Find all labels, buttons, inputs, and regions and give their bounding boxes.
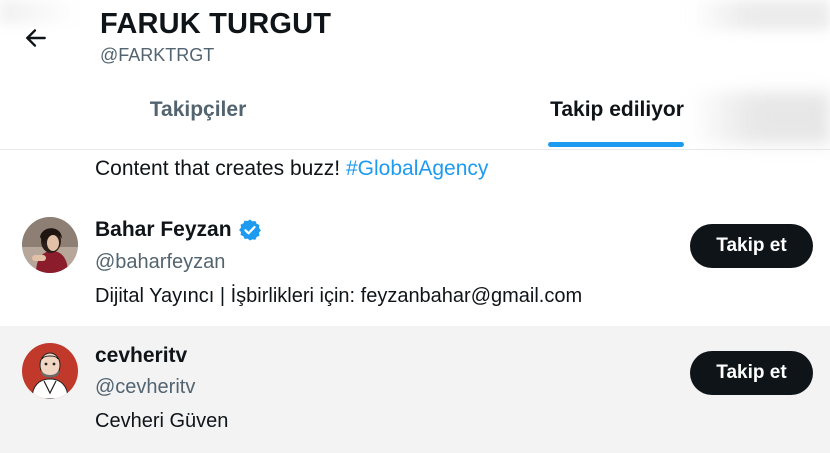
user-name-line: Bahar Feyzan	[95, 218, 262, 242]
user-list-item[interactable]: cevheritv @cevheritv Cevheri Güven Takip…	[0, 326, 830, 453]
user-list-item[interactable]: Bahar Feyzan @baharfeyzan Dijital Yayınc…	[0, 200, 830, 326]
verified-badge-icon	[238, 219, 261, 241]
active-tab-indicator	[548, 142, 684, 147]
user-name-line: cevheritv	[95, 344, 187, 368]
bio-text: Content that creates buzz!	[95, 157, 346, 180]
user-name[interactable]: cevheritv	[95, 344, 187, 368]
profile-header: FARUK TURGUT @FARKTRGT Takipçiler Takip …	[0, 0, 830, 150]
user-handle: @cevheritv	[95, 376, 196, 398]
tab-following[interactable]: Takip ediliyor	[540, 90, 694, 150]
follow-button[interactable]: Takip et	[690, 224, 813, 268]
profile-handle: @FARKTRGT	[100, 45, 215, 65]
avatar[interactable]	[22, 343, 78, 399]
tab-followers[interactable]: Takipçiler	[100, 90, 296, 150]
user-handle: @baharfeyzan	[95, 251, 226, 273]
previous-user-bio: Content that creates buzz! #GlobalAgency	[95, 157, 488, 181]
tab-label: Takip ediliyor	[550, 98, 684, 121]
arrow-left-icon	[26, 29, 46, 47]
avatar[interactable]	[22, 217, 78, 273]
user-bio: Cevheri Güven	[95, 410, 229, 432]
blurred-region	[690, 92, 830, 144]
blurred-region	[690, 0, 830, 30]
user-name[interactable]: Bahar Feyzan	[95, 218, 232, 242]
tab-label: Takipçiler	[149, 98, 247, 121]
back-button[interactable]	[14, 20, 58, 56]
follow-button[interactable]: Takip et	[690, 351, 813, 395]
hashtag-link[interactable]: #GlobalAgency	[346, 157, 488, 180]
page-title: FARUK TURGUT	[100, 8, 332, 40]
user-bio: Dijital Yayıncı | İşbirlikleri için: fey…	[95, 285, 583, 307]
